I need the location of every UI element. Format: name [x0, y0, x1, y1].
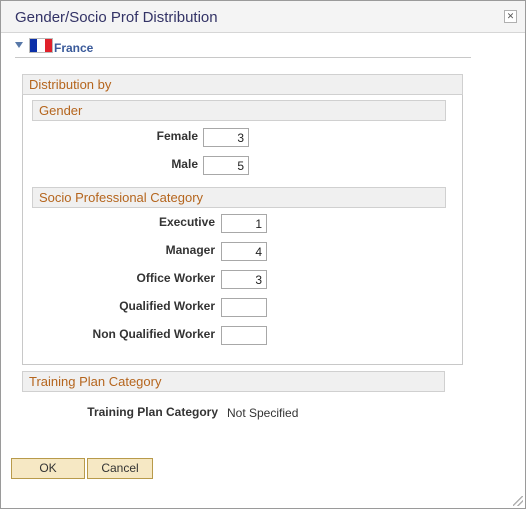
socio-professional-header: Socio Professional Category [32, 187, 446, 208]
non-qualified-worker-input[interactable] [221, 326, 267, 345]
dialog-title: Gender/Socio Prof Distribution [15, 9, 218, 26]
gender-header: Gender [32, 100, 446, 121]
manager-input[interactable] [221, 242, 267, 261]
flag-stripe-blue [30, 39, 38, 52]
close-icon[interactable]: ✕ [504, 10, 517, 23]
ok-button[interactable]: OK [11, 458, 85, 479]
male-input[interactable] [203, 156, 249, 175]
flag-stripe-white [37, 39, 45, 52]
executive-label: Executive [158, 215, 215, 229]
dialog-window: Gender/Socio Prof Distribution ✕ France … [0, 0, 526, 509]
manager-label: Manager [165, 243, 215, 257]
male-label: Male [171, 157, 198, 171]
training-plan-value: Not Specified [227, 406, 299, 420]
executive-input[interactable] [221, 214, 267, 233]
title-bar[interactable]: Gender/Socio Prof Distribution ✕ [1, 1, 525, 33]
cancel-button[interactable]: Cancel [87, 458, 153, 479]
office-worker-input[interactable] [221, 270, 267, 289]
office-worker-label: Office Worker [136, 271, 215, 285]
country-divider [15, 57, 471, 58]
triangle-down-icon[interactable] [15, 42, 23, 48]
female-input[interactable] [203, 128, 249, 147]
qualified-worker-label: Qualified Worker [119, 299, 215, 313]
france-flag-icon [29, 38, 53, 53]
training-plan-label: Training Plan Category [87, 405, 218, 419]
non-qualified-worker-label: Non Qualified Worker [92, 327, 215, 341]
distribution-by-header: Distribution by [22, 74, 463, 95]
country-name: France [54, 41, 94, 55]
resize-grip[interactable] [513, 496, 523, 506]
female-label: Female [156, 129, 198, 143]
training-plan-header: Training Plan Category [22, 371, 445, 392]
qualified-worker-input[interactable] [221, 298, 267, 317]
flag-stripe-red [44, 39, 52, 52]
